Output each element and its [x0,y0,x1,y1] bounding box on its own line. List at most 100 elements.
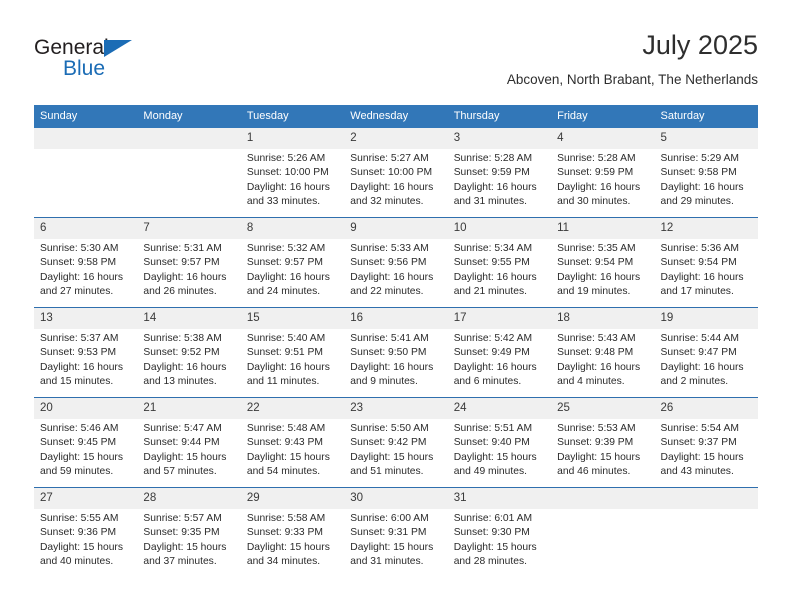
daylight-text-line1: Daylight: 16 hours [660,181,744,193]
day-details: Sunrise: 5:34 AM Sunset: 9:55 PM Daylight:… [448,239,551,300]
daylight-text-line2: and 2 minutes. [660,376,729,388]
calendar-day-cell[interactable]: 25 Sunrise: 5:53 AM Sunset: 9:39 PM Dayligh… [551,397,655,488]
calendar-day-cell[interactable]: 31 Sunrise: 6:01 AM Sunset: 9:30 PM Dayligh… [447,487,552,577]
calendar-day-cell[interactable]: 29 Sunrise: 5:58 AM Sunset: 9:33 PM Dayligh… [240,487,345,577]
daylight-text-line2: and 59 minutes. [40,466,114,478]
day-number: 15 [240,308,345,329]
sunrise-text: Sunrise: 5:31 AM [143,243,222,254]
title-block: July 2025 Abcoven, North Brabant, The Ne… [507,28,758,90]
sunrise-text: Sunrise: 5:58 AM [246,513,326,524]
calendar-body: 1 Sunrise: 5:26 AM Sunset: 10:00 PM Dayligh… [34,128,758,577]
daylight-text-line1: Daylight: 15 hours [453,541,537,553]
daylight-text-line1: Daylight: 16 hours [350,181,434,193]
day-number: 27 [34,488,138,509]
sunset-text: Sunset: 9:51 PM [246,347,323,359]
calendar-day-cell[interactable]: 3 Sunrise: 5:28 AM Sunset: 9:59 PM Daylight… [447,128,552,218]
calendar-day-cell[interactable]: 13 Sunrise: 5:37 AM Sunset: 9:53 PM Dayligh… [34,307,138,398]
calendar-day-cell[interactable]: 1 Sunrise: 5:26 AM Sunset: 10:00 PM Dayligh… [240,128,345,218]
day-details: Sunrise: 5:36 AM Sunset: 9:54 PM Daylight:… [655,239,758,300]
sunrise-text: Sunrise: 5:44 AM [660,333,739,344]
daylight-text-line1: Daylight: 15 hours [143,541,227,553]
sunrise-text: Sunrise: 5:33 AM [350,243,429,254]
sunrise-text: Sunrise: 5:37 AM [40,333,119,344]
calendar-header-row: Sunday Monday Tuesday Wednesday Thursday… [34,105,758,128]
calendar-grid: Sunday Monday Tuesday Wednesday Thursday… [34,105,758,577]
calendar-day-cell[interactable]: 24 Sunrise: 5:51 AM Sunset: 9:40 PM Dayligh… [447,397,552,488]
sunset-text: Sunset: 9:54 PM [557,257,634,269]
sunrise-text: Sunrise: 5:32 AM [246,243,326,254]
calendar-day-cell[interactable]: 11 Sunrise: 5:35 AM Sunset: 9:54 PM Dayligh… [551,217,655,308]
calendar-day-cell[interactable]: 12 Sunrise: 5:36 AM Sunset: 9:54 PM Dayligh… [654,217,758,308]
weekday-header-saturday: Saturday [654,105,758,128]
calendar-day-cell[interactable]: 2 Sunrise: 5:27 AM Sunset: 10:00 PM Dayligh… [344,128,448,218]
calendar-day-cell[interactable]: 6 Sunrise: 5:30 AM Sunset: 9:58 PM Daylight… [34,217,138,308]
daylight-text-line1: Daylight: 16 hours [350,271,434,283]
sunset-text: Sunset: 9:59 PM [453,167,530,179]
daylight-text-line1: Daylight: 15 hours [40,451,123,463]
general-blue-logo[interactable]: General Blue [34,36,234,94]
day-details: Sunrise: 5:54 AM Sunset: 9:37 PM Daylight:… [655,419,758,480]
calendar-day-cell[interactable]: 4 Sunrise: 5:28 AM Sunset: 9:59 PM Daylight… [551,128,655,218]
day-details: Sunrise: 6:00 AM Sunset: 9:31 PM Daylight:… [344,509,447,570]
calendar-day-cell[interactable]: 22 Sunrise: 5:48 AM Sunset: 9:43 PM Dayligh… [240,397,345,488]
daylight-text-line2: and 29 minutes. [660,196,734,208]
sunrise-text: Sunrise: 5:41 AM [350,333,429,344]
day-details: Sunrise: 5:32 AM Sunset: 9:57 PM Daylight:… [241,239,344,300]
daylight-text-line2: and 15 minutes. [40,376,114,388]
calendar-day-cell[interactable]: 9 Sunrise: 5:33 AM Sunset: 9:56 PM Daylight… [344,217,448,308]
day-number [654,488,758,509]
calendar-day-cell[interactable]: 20 Sunrise: 5:46 AM Sunset: 9:45 PM Dayligh… [34,397,138,488]
calendar-day-cell[interactable]: 18 Sunrise: 5:43 AM Sunset: 9:48 PM Dayligh… [551,307,655,398]
sunset-text: Sunset: 9:31 PM [350,527,427,539]
sunrise-text: Sunrise: 5:46 AM [40,423,119,434]
calendar-day-cell[interactable]: 23 Sunrise: 5:50 AM Sunset: 9:42 PM Dayligh… [344,397,448,488]
calendar-day-cell[interactable]: 28 Sunrise: 5:57 AM Sunset: 9:35 PM Dayligh… [137,487,241,577]
sunset-text: Sunset: 9:44 PM [143,437,220,449]
calendar-week-row: 1 Sunrise: 5:26 AM Sunset: 10:00 PM Dayligh… [34,128,758,218]
day-number: 24 [447,398,552,419]
calendar-day-cell[interactable]: 17 Sunrise: 5:42 AM Sunset: 9:49 PM Dayligh… [447,307,552,398]
day-details: Sunrise: 5:57 AM Sunset: 9:35 PM Daylight:… [137,509,240,570]
daylight-text-line1: Daylight: 15 hours [246,541,330,553]
calendar-day-cell[interactable]: 7 Sunrise: 5:31 AM Sunset: 9:57 PM Daylight… [137,217,241,308]
calendar-day-cell[interactable]: 16 Sunrise: 5:41 AM Sunset: 9:50 PM Dayligh… [344,307,448,398]
calendar-day-cell[interactable]: 19 Sunrise: 5:44 AM Sunset: 9:47 PM Dayligh… [654,307,758,398]
logo-text-blue: Blue [63,57,106,80]
sunset-text: Sunset: 9:49 PM [453,347,530,359]
daylight-text-line1: Daylight: 16 hours [557,271,641,283]
calendar-day-cell-empty [551,487,655,577]
calendar-day-cell[interactable]: 15 Sunrise: 5:40 AM Sunset: 9:51 PM Dayligh… [240,307,345,398]
daylight-text-line2: and 43 minutes. [660,466,734,478]
day-number: 7 [137,218,241,239]
calendar-day-cell[interactable]: 26 Sunrise: 5:54 AM Sunset: 9:37 PM Dayligh… [654,397,758,488]
daylight-text-line1: Daylight: 16 hours [557,181,641,193]
daylight-text-line2: and 13 minutes. [143,376,217,388]
calendar-day-cell[interactable]: 14 Sunrise: 5:38 AM Sunset: 9:52 PM Dayligh… [137,307,241,398]
calendar-day-cell[interactable]: 8 Sunrise: 5:32 AM Sunset: 9:57 PM Daylight… [240,217,345,308]
weekday-header-sunday: Sunday [34,105,138,128]
day-number: 5 [654,128,758,149]
sunrise-text: Sunrise: 5:38 AM [143,333,222,344]
calendar-day-cell[interactable]: 27 Sunrise: 5:55 AM Sunset: 9:36 PM Dayligh… [34,487,138,577]
day-details: Sunrise: 5:58 AM Sunset: 9:33 PM Daylight:… [241,509,344,570]
day-details: Sunrise: 6:01 AM Sunset: 9:30 PM Daylight:… [448,509,551,570]
daylight-text-line1: Daylight: 15 hours [246,451,330,463]
calendar-day-cell[interactable]: 30 Sunrise: 6:00 AM Sunset: 9:31 PM Dayligh… [344,487,448,577]
day-number: 23 [344,398,448,419]
sunset-text: Sunset: 9:47 PM [660,347,737,359]
calendar-day-cell[interactable]: 5 Sunrise: 5:29 AM Sunset: 9:58 PM Daylight… [654,128,758,218]
sunrise-text: Sunrise: 5:28 AM [453,153,533,164]
calendar-day-cell[interactable]: 10 Sunrise: 5:34 AM Sunset: 9:55 PM Dayligh… [447,217,552,308]
daylight-text-line2: and 6 minutes. [453,376,522,388]
sunrise-text: Sunrise: 5:50 AM [350,423,429,434]
daylight-text-line2: and 26 minutes. [143,286,217,298]
calendar-day-cell[interactable]: 21 Sunrise: 5:47 AM Sunset: 9:44 PM Dayligh… [137,397,241,488]
sunrise-text: Sunrise: 5:48 AM [246,423,326,434]
sunset-text: Sunset: 9:40 PM [453,437,530,449]
day-number: 1 [240,128,345,149]
day-number: 18 [551,308,655,329]
calendar-day-cell-empty [654,487,758,577]
daylight-text-line1: Daylight: 16 hours [246,361,330,373]
day-details: Sunrise: 5:42 AM Sunset: 9:49 PM Daylight:… [448,329,551,390]
daylight-text-line2: and 30 minutes. [557,196,631,208]
